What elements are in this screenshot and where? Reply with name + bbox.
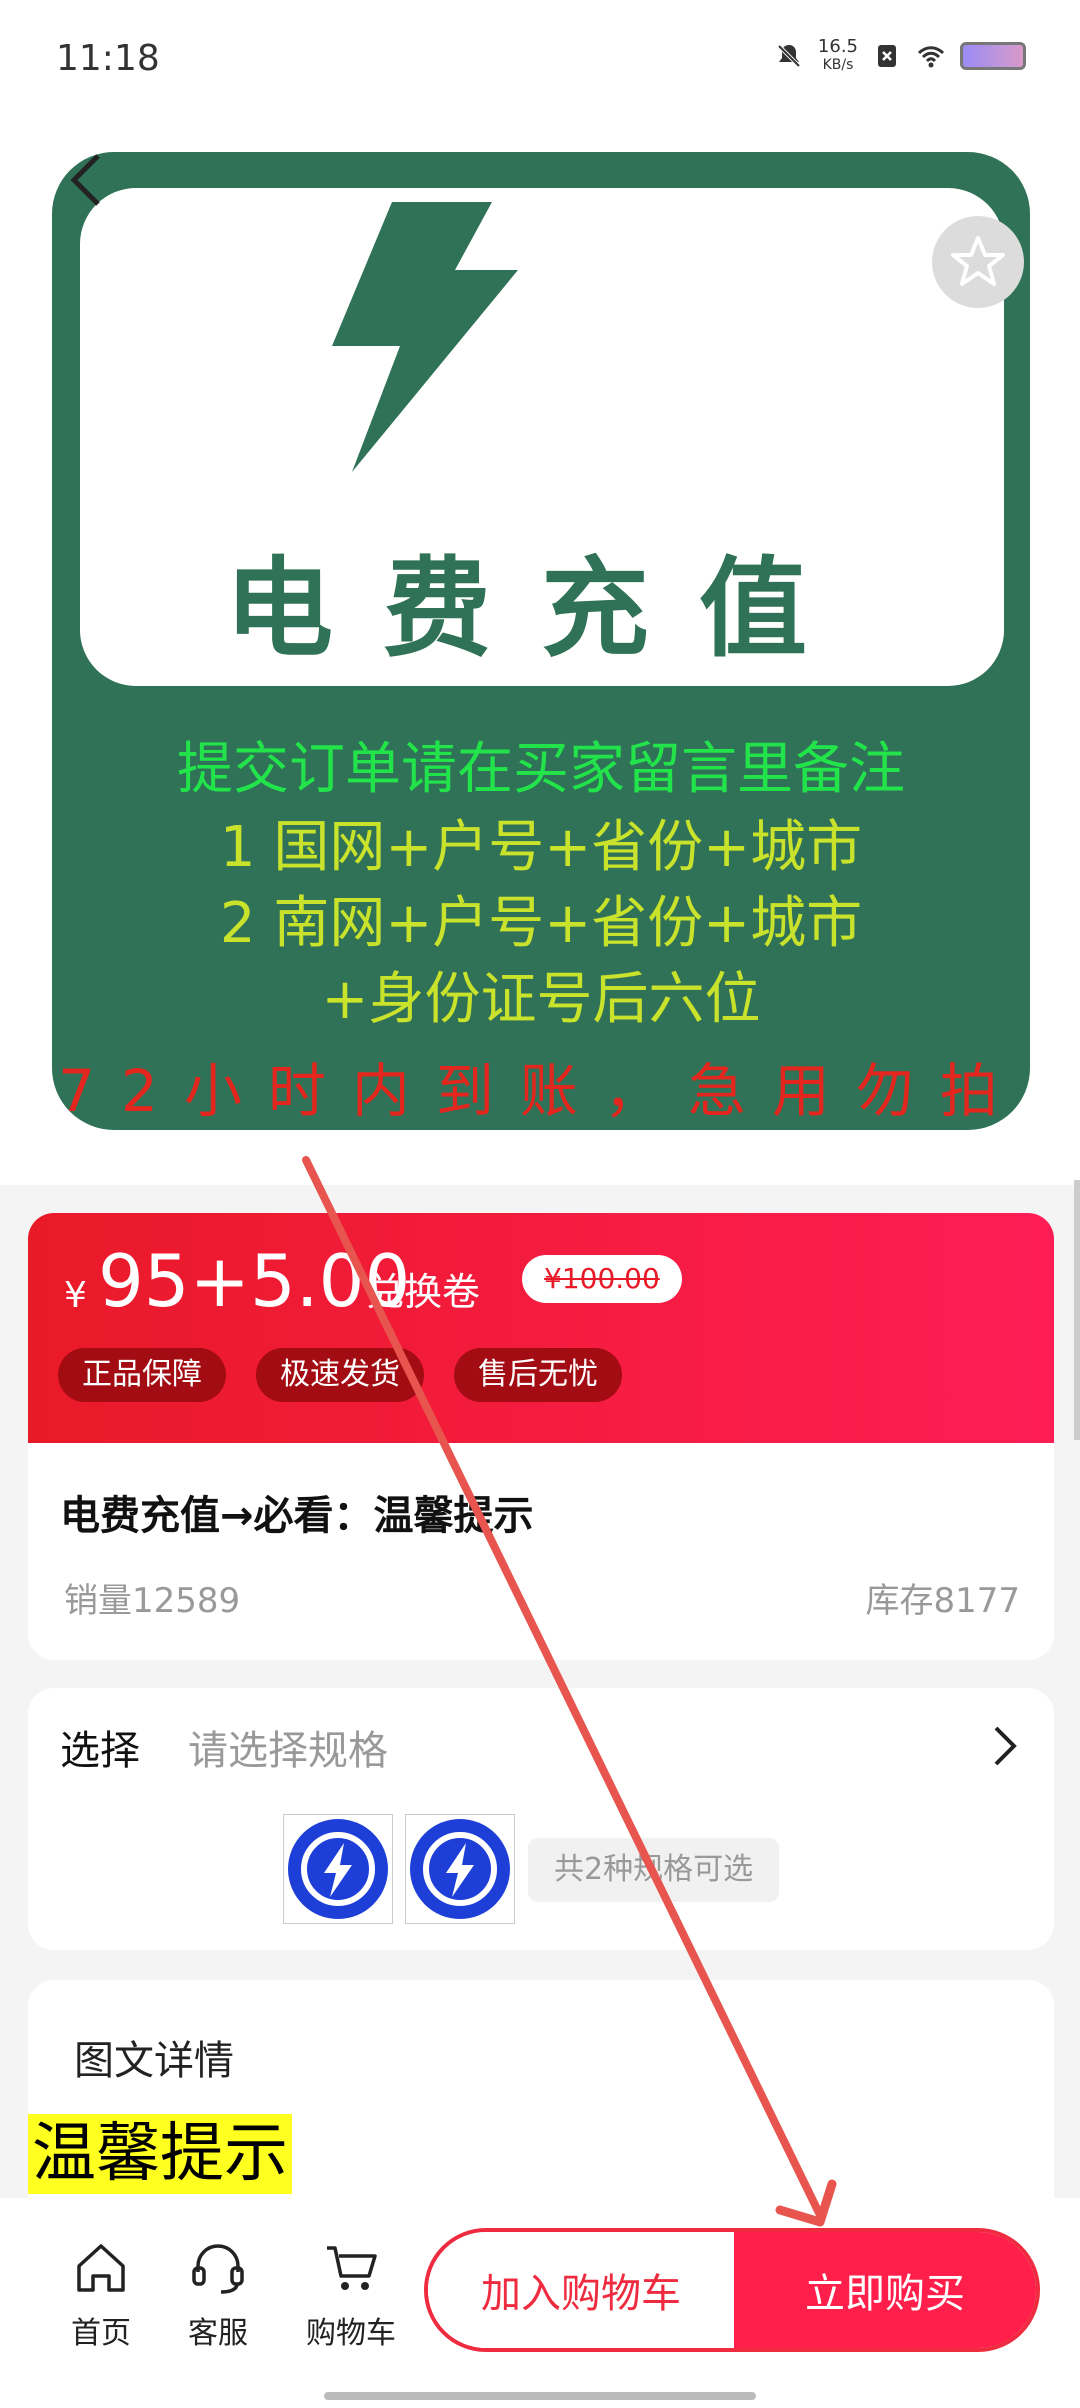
poster-line-4: +身份证号后六位 [321,967,761,1032]
original-price: ¥100.00 [522,1255,682,1303]
nav-home-label: 首页 [71,2316,131,2351]
poster-line-3: 2 南网+户号+省份+城市 [219,891,863,956]
poster-line-1: 提交订单请在买家留言里备注 [177,737,905,802]
tag-authentic: 正品保障 [58,1348,226,1402]
price-suffix: 兑换卷 [366,1270,481,1314]
spec-thumbnail-2[interactable] [405,1814,515,1924]
bottom-action-bar: 首页 客服 购物车 加入购物车 立即购买 [0,2198,1080,2408]
sales-count: 销量12589 [64,1581,241,1621]
poster-title: 电费充值 [224,547,857,672]
home-indicator[interactable] [324,2392,756,2400]
spec-selector[interactable]: 选择 请选择规格 共2种规格可选 [28,1688,1054,1950]
product-poster-image: 电费充值 提交订单请在买家留言里备注 1 国网+户号+省份+城市 2 南网+户号… [52,152,1030,1130]
star-icon [951,236,1005,286]
price-card: ¥ 95+5.00 兑换卷 ¥100.00 正品保障 极速发货 售后无忧 电费充… [28,1213,1054,1660]
poster-line-5: 72小时内到账，急用勿拍 [58,1057,1024,1125]
tag-after-sales: 售后无忧 [454,1348,622,1402]
wifi-icon [917,46,945,68]
chevron-right-icon[interactable] [990,1724,1020,1768]
nav-cart[interactable]: 购物车 [296,2238,406,2352]
mute-bell-icon [777,44,801,68]
buy-now-button[interactable]: 立即购买 [734,2232,1036,2348]
guarantee-tags: 正品保障 极速发货 售后无忧 [58,1348,622,1402]
price-banner: ¥ 95+5.00 兑换卷 ¥100.00 正品保障 极速发货 售后无忧 [28,1213,1054,1443]
status-bar: 11:18 16.5 KB/s [0,0,1080,130]
nav-cart-label: 购物车 [306,2316,396,2351]
sim-x-icon [878,45,896,67]
battery-icon [960,42,1026,70]
poster-line-2: 1 国网+户号+省份+城市 [219,815,863,880]
tips-highlight: 温馨提示 [28,2114,292,2194]
tag-fast-shipping: 极速发货 [256,1348,424,1402]
favorite-button[interactable] [932,216,1024,308]
scroll-indicator [1074,1180,1080,1440]
cart-icon [327,2246,377,2290]
lightning-badge-icon [410,1819,510,1919]
nav-service[interactable]: 客服 [163,2238,273,2352]
stock-count: 库存8177 [865,1581,1020,1621]
spec-thumbnail-1[interactable] [283,1814,393,1924]
lightning-badge-icon [288,1819,388,1919]
product-title: 电费充值→必看：温馨提示 [60,1493,534,1539]
product-hero: 电费充值 提交订单请在买家留言里备注 1 国网+户号+省份+城市 2 南网+户号… [0,130,1080,1286]
net-speed-unit: KB/s [822,57,854,73]
status-time: 11:18 [56,38,160,79]
add-to-cart-button[interactable]: 加入购物车 [428,2232,734,2348]
back-arrow-icon[interactable] [66,150,106,210]
spec-placeholder[interactable]: 请选择规格 [188,1718,388,1776]
headset-icon [192,2244,244,2294]
currency-symbol: ¥ [64,1275,87,1316]
spec-label: 选择 [60,1728,140,1774]
nav-service-label: 客服 [188,2316,248,2351]
purchase-actions: 加入购物车 立即购买 [424,2228,1040,2352]
spec-count-badge: 共2种规格可选 [528,1838,780,1902]
network-speed: 16.5 KB/s [818,38,858,74]
home-icon [77,2244,125,2292]
price-value: 95+5.00 [98,1239,411,1323]
details-heading: 图文详情 [74,2038,234,2084]
status-icons: 16.5 KB/s [774,38,1026,74]
nav-home[interactable]: 首页 [46,2238,156,2352]
net-speed-value: 16.5 [817,36,858,57]
